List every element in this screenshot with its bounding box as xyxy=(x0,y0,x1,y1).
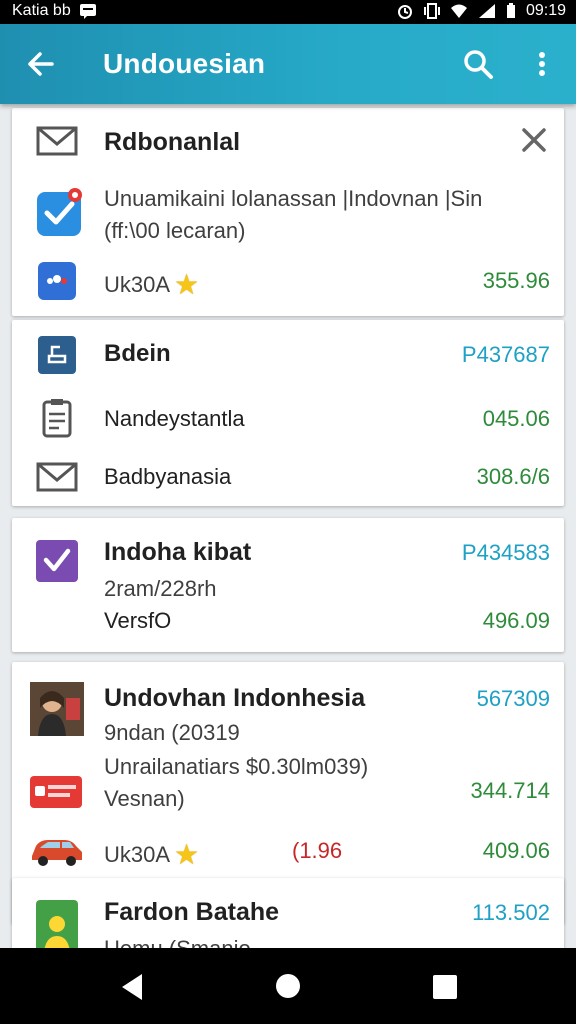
card-label: VersfO xyxy=(104,608,172,633)
row-value: 355.96 xyxy=(482,268,550,293)
card-line-b: Vesnan) xyxy=(104,786,185,811)
person-photo-icon xyxy=(30,682,84,736)
card-title: Rdbonanlal xyxy=(104,128,241,156)
clipboard-icon xyxy=(34,396,80,442)
check-purple-icon xyxy=(34,538,80,584)
card-line: Unrailanatiars $0.30lm039) xyxy=(104,754,369,779)
app-dots-icon xyxy=(34,258,80,304)
card-value: 567309 xyxy=(476,686,550,711)
row-label-text: Uk30A xyxy=(104,841,171,867)
person-green-icon xyxy=(34,900,80,948)
card-rdbonanlal[interactable]: Rdbonanlal Unuamikaini lolanassan |Indov… xyxy=(12,108,564,316)
notification-icon xyxy=(79,3,97,19)
carrier-label: Katia bb xyxy=(12,2,71,19)
nav-home-icon[interactable] xyxy=(274,972,302,1005)
card-title: Indoha kibat xyxy=(104,538,252,566)
close-icon[interactable] xyxy=(520,126,548,154)
card-line-value: 344.714 xyxy=(470,778,550,803)
arrow-back-icon[interactable] xyxy=(22,46,58,82)
row-label-text: Uk30A xyxy=(104,271,171,297)
app-bar: Undouesian xyxy=(0,24,576,104)
list-item[interactable]: Badbyanasia 308.6/6 xyxy=(12,446,564,504)
navigation-bar xyxy=(0,948,576,1024)
list-item-label: Nandeystantla xyxy=(104,406,245,431)
list-item-value: 308.6/6 xyxy=(476,464,550,489)
check-app-icon xyxy=(34,186,86,238)
list-item-value: P437687 xyxy=(461,342,550,367)
content-list: Rdbonanlal Unuamikaini lolanassan |Indov… xyxy=(0,104,576,948)
card-subtitle: 2ram/228rh xyxy=(104,576,217,601)
clock: 09:19 xyxy=(525,2,566,19)
card-value: P434583 xyxy=(461,540,550,565)
list-item-label: Badbyanasia xyxy=(104,464,232,489)
row-label: Uk30A ★ xyxy=(104,838,199,871)
vibrate-icon xyxy=(423,2,440,20)
car-icon xyxy=(28,830,86,870)
card-subtitle: Uemu (Smanio xyxy=(104,936,251,948)
printer-icon xyxy=(34,332,80,378)
card-amount: 409.06 xyxy=(482,838,550,863)
card-list-group: Bdein P437687 Nandeystantla 045.06 Badby… xyxy=(12,320,564,506)
row-label: Uk30A ★ xyxy=(104,268,199,301)
battery-icon xyxy=(506,3,516,19)
page-title: Undouesian xyxy=(103,48,266,79)
search-icon[interactable] xyxy=(460,46,496,82)
signal-icon xyxy=(478,3,496,19)
list-item-value: 045.06 xyxy=(482,406,550,431)
star-icon: ★ xyxy=(174,839,200,870)
alarm-icon xyxy=(396,2,414,20)
list-item[interactable]: Nandeystantla 045.06 xyxy=(12,388,564,446)
card-title: Undovhan Indonhesia xyxy=(104,684,366,712)
more-vert-icon[interactable] xyxy=(528,46,556,82)
red-value: (1.96 xyxy=(292,838,343,863)
promo-red-icon xyxy=(28,774,84,810)
card-value: 113.502 xyxy=(472,900,550,925)
card-subtitle: 9ndan (20319 xyxy=(104,720,240,745)
nav-back-icon[interactable] xyxy=(118,972,146,1007)
card-line-2: (ff:\00 lecaran) xyxy=(104,218,246,243)
card-fardon[interactable]: Fardon Batahe 113.502 Uemu (Smanio xyxy=(12,878,564,948)
card-amount: 496.09 xyxy=(482,608,550,633)
mail-icon xyxy=(34,118,80,164)
status-bar: Katia bb 09:19 xyxy=(0,0,576,24)
nav-recents-icon[interactable] xyxy=(432,974,458,1005)
card-line-1: Unuamikaini lolanassan |Indovnan |Sin xyxy=(104,186,483,211)
wifi-icon xyxy=(450,3,468,19)
card-indoha[interactable]: Indoha kibat P434583 2ram/228rh VersfO 4… xyxy=(12,518,564,652)
card-title: Fardon Batahe xyxy=(104,898,280,926)
star-icon: ★ xyxy=(174,269,200,300)
list-item[interactable]: Bdein P437687 xyxy=(12,320,564,384)
list-item-label: Bdein xyxy=(104,340,171,367)
mail-icon xyxy=(34,454,80,500)
